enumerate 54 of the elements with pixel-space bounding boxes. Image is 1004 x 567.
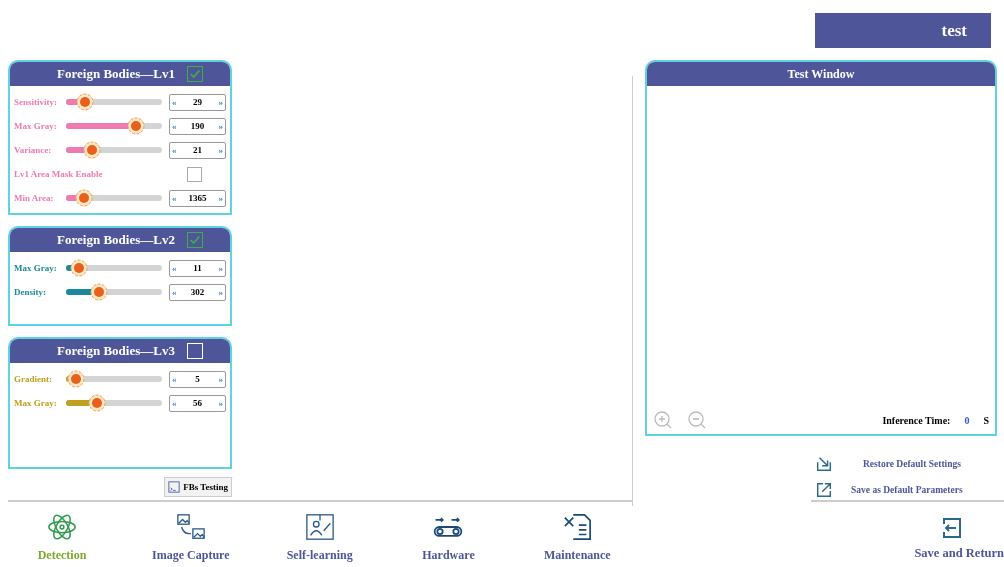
panel-title: Foreign Bodies—Lv3: [57, 343, 175, 359]
slider-thumb[interactable]: [74, 188, 95, 208]
value-stepper[interactable]: « 302 »: [169, 283, 226, 301]
setting-label: Min Area:: [14, 193, 55, 203]
save-return-button[interactable]: Save and Return: [811, 500, 1004, 567]
setting-label: Density:: [14, 287, 47, 297]
exit-icon: [940, 516, 964, 540]
nav-item[interactable]: Maintenance: [529, 512, 626, 567]
setting-label: Gradient:: [14, 374, 53, 384]
nav-item[interactable]: Self-learning: [271, 512, 368, 567]
inference-value: 0: [964, 415, 970, 426]
value-stepper[interactable]: « 5 »: [169, 370, 226, 388]
slider-thumb[interactable]: [88, 282, 109, 302]
enable-checkbox[interactable]: [186, 232, 203, 248]
value-stepper[interactable]: « 29 »: [169, 93, 226, 111]
zoom-out-icon[interactable]: [687, 410, 707, 430]
zoom-in-icon[interactable]: [653, 410, 673, 430]
slider-thumb[interactable]: [81, 140, 102, 160]
slider-thumb[interactable]: [86, 393, 107, 413]
panel-title: Foreign Bodies—Lv2: [57, 232, 175, 248]
tools-list-icon: [562, 512, 593, 542]
inference-unit: S: [983, 415, 989, 426]
setting-label: Max Gray:: [14, 263, 58, 273]
value-stepper[interactable]: « 21 »: [169, 141, 226, 159]
value-stepper[interactable]: « 1365 »: [169, 189, 226, 207]
setting-label: Max Gray:: [14, 121, 58, 131]
setting-label: Max Gray:: [14, 398, 58, 408]
checkbox[interactable]: [186, 166, 202, 182]
inference-label: Inference Time:: [882, 415, 951, 426]
value-stepper[interactable]: « 56 »: [169, 394, 226, 412]
setting-label: Lv1 Area Mask Enable: [14, 169, 103, 179]
slider-thumb[interactable]: [68, 258, 89, 278]
images-icon: [175, 512, 206, 542]
value-stepper[interactable]: « 190 »: [169, 117, 226, 135]
import-icon[interactable]: [815, 455, 833, 473]
book-icon: [304, 512, 335, 542]
panel-title: Foreign Bodies—Lv1: [57, 66, 175, 82]
slider-thumb[interactable]: [126, 116, 147, 136]
slider-thumb[interactable]: [75, 92, 96, 112]
slider-thumb[interactable]: [65, 369, 86, 389]
setting-label: Sensitivity:: [14, 97, 58, 107]
fbs-testing-button[interactable]: FBs Testing: [164, 477, 232, 497]
atom-icon: [47, 512, 77, 542]
value-stepper[interactable]: « 11 »: [169, 259, 226, 277]
nav-item[interactable]: Image Capture: [142, 512, 239, 567]
enable-checkbox[interactable]: [186, 66, 203, 82]
test-button[interactable]: test: [815, 13, 991, 48]
window-title: Test Window: [787, 66, 855, 82]
terminal-icon: [168, 481, 181, 493]
export-icon[interactable]: [815, 481, 833, 499]
action-link[interactable]: Restore Default Settings: [863, 459, 961, 469]
action-link[interactable]: Save as Default Parameters: [851, 485, 963, 495]
setting-label: Variance:: [14, 145, 53, 155]
nav-item[interactable]: Hardware: [400, 512, 497, 567]
